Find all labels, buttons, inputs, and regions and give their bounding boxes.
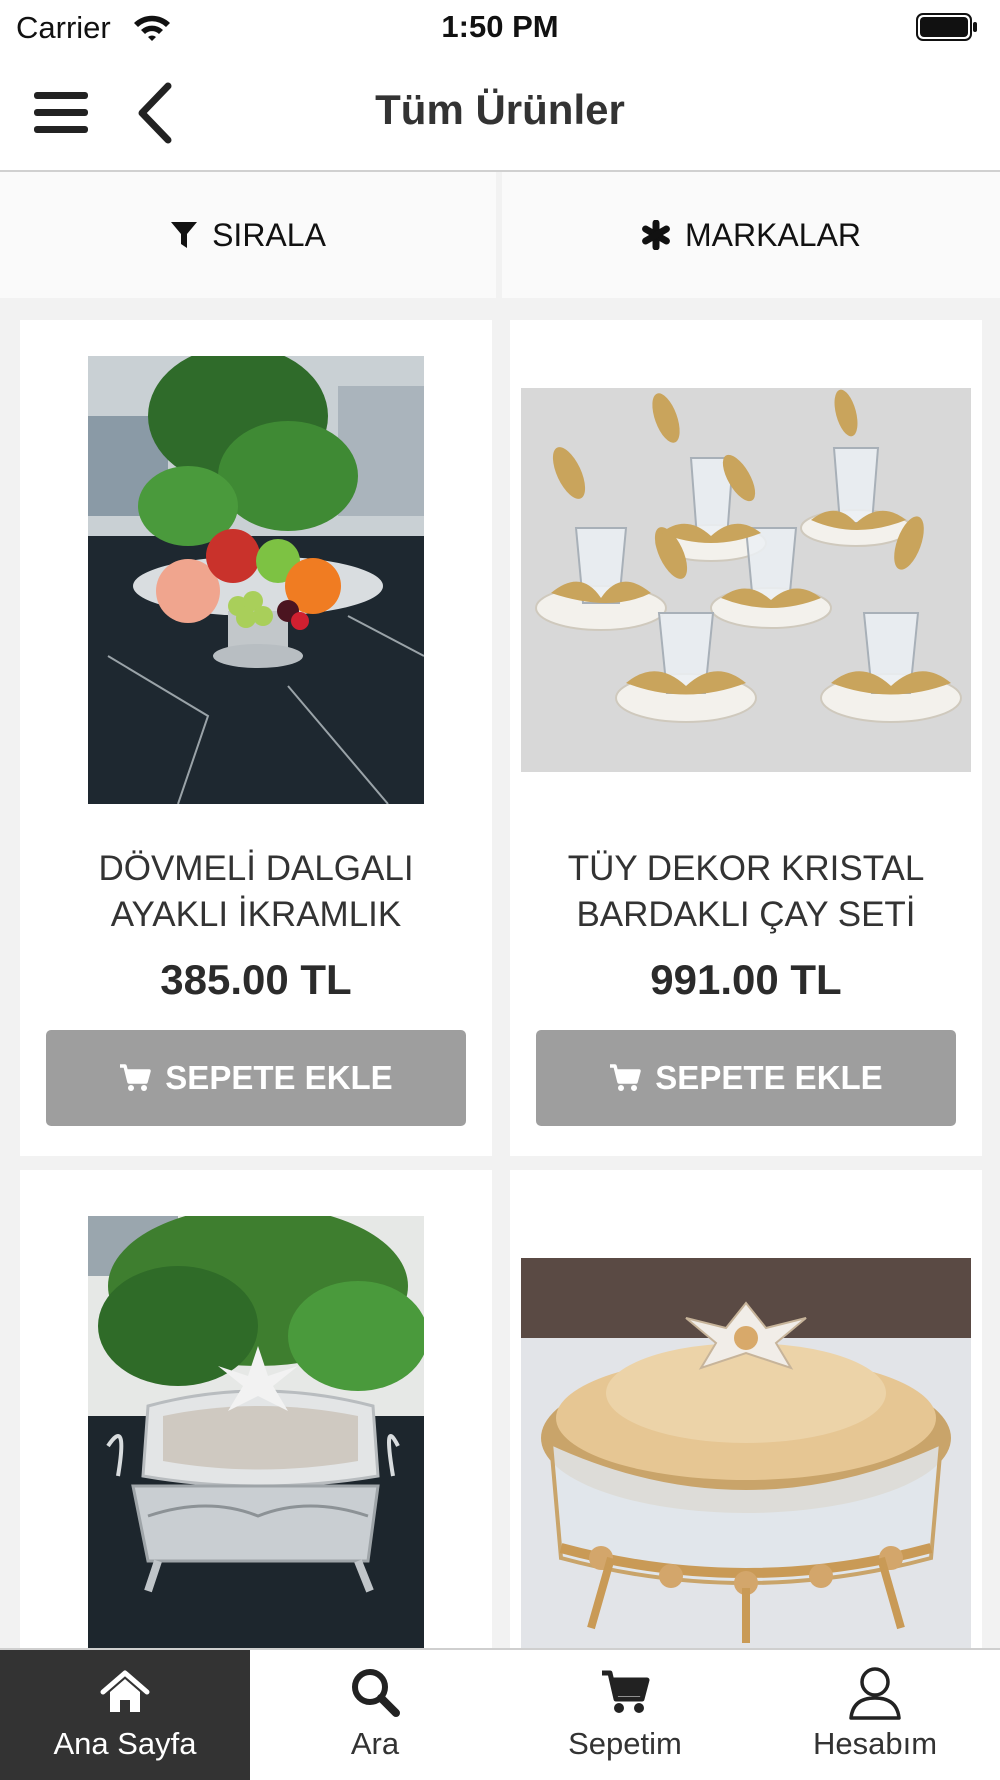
clock: 1:50 PM — [441, 9, 559, 44]
sort-button[interactable]: SIRALA — [0, 172, 496, 298]
product-card[interactable]: DÖVMELİ DALGALI AYAKLI İKRAMLIK 385.00 T… — [20, 320, 492, 1156]
status-bar: Carrier 1:50 PM — [0, 0, 1000, 56]
cart-icon — [600, 1664, 650, 1720]
home-icon — [100, 1664, 150, 1720]
battery-icon — [916, 13, 978, 41]
tab-home-label: Ana Sayfa — [53, 1726, 197, 1761]
user-icon — [847, 1664, 903, 1720]
filter-bar: SIRALA MARKALAR — [0, 172, 1000, 298]
product-card[interactable] — [20, 1170, 492, 1648]
search-icon — [349, 1664, 401, 1720]
tea-set-image — [521, 388, 971, 772]
nav-bar: Tüm Ürünler — [0, 56, 1000, 172]
product-card[interactable] — [510, 1170, 982, 1648]
product-image[interactable] — [20, 1170, 492, 1648]
tab-account-label: Hesabım — [812, 1726, 938, 1761]
product-name[interactable]: DÖVMELİ DALGALI AYAKLI İKRAMLIK — [20, 846, 492, 938]
brands-button[interactable]: MARKALAR — [502, 172, 1000, 298]
product-image[interactable] — [510, 1170, 982, 1648]
cart-icon — [119, 1064, 152, 1092]
tab-bar: Ana Sayfa Ara Sepetim Hesabım — [0, 1648, 1000, 1780]
add-to-cart-button[interactable]: SEPETE EKLE — [536, 1030, 956, 1126]
tab-home[interactable]: Ana Sayfa — [0, 1650, 250, 1780]
filter-icon — [170, 220, 198, 250]
tab-search-label: Ara — [350, 1726, 400, 1761]
product-image[interactable] — [20, 320, 492, 840]
brands-label: MARKALAR — [684, 216, 862, 253]
page-title: Tüm Ürünler — [375, 86, 625, 133]
sort-label: SIRALA — [212, 216, 326, 253]
add-to-cart-button[interactable]: SEPETE EKLE — [46, 1030, 466, 1126]
product-price: 991.00 TL — [650, 956, 842, 1003]
tab-cart[interactable]: Sepetim — [500, 1650, 750, 1780]
product-card[interactable]: TÜY DEKOR KRISTAL BARDAKLI ÇAY SETİ 991.… — [510, 320, 982, 1156]
tab-search[interactable]: Ara — [250, 1650, 500, 1780]
add-to-cart-label: SEPETE EKLE — [165, 1059, 393, 1096]
gold-sugar-bowl-image — [521, 1258, 971, 1648]
asterisk-icon — [641, 220, 671, 250]
product-grid: DÖVMELİ DALGALI AYAKLI İKRAMLIK 385.00 T… — [0, 298, 1000, 1648]
silver-serving-bowl-image — [88, 1216, 424, 1648]
tab-account[interactable]: Hesabım — [750, 1650, 1000, 1780]
fruit-bowl-image — [88, 356, 424, 804]
cart-icon — [609, 1064, 642, 1092]
product-name[interactable]: TÜY DEKOR KRISTAL BARDAKLI ÇAY SETİ — [510, 846, 982, 938]
tab-cart-label: Sepetim — [568, 1726, 682, 1761]
product-price: 385.00 TL — [160, 956, 352, 1003]
product-image[interactable] — [510, 320, 982, 840]
add-to-cart-label: SEPETE EKLE — [655, 1059, 883, 1096]
